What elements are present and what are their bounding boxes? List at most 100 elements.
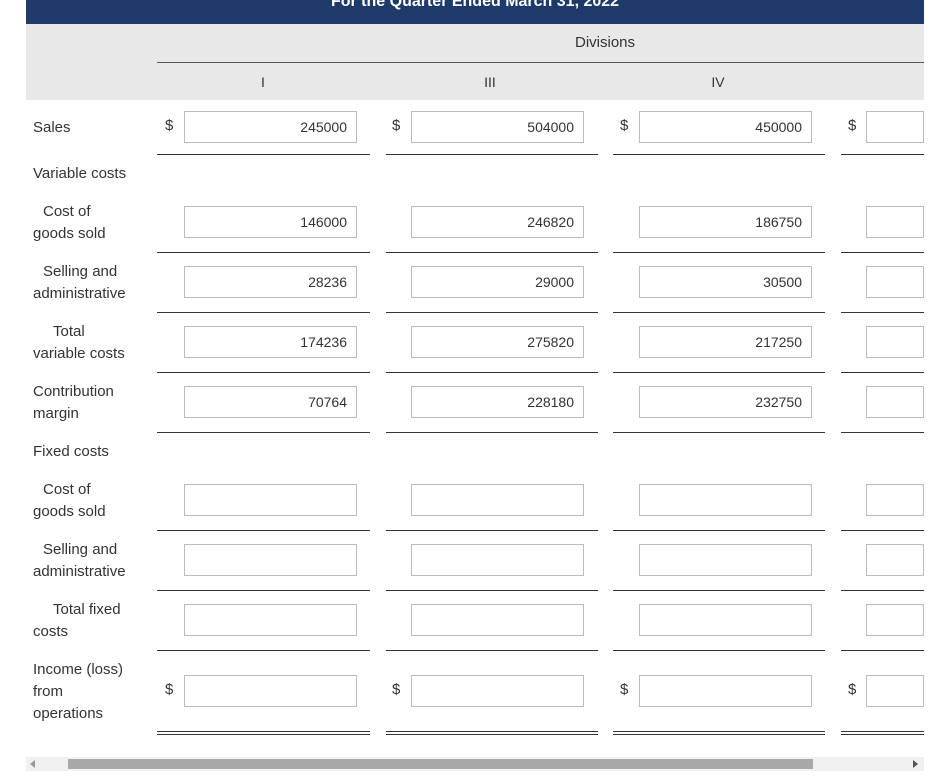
scroll-right-icon[interactable] — [913, 760, 918, 768]
sales-input-i[interactable]: 245000 — [184, 111, 357, 143]
row-label-variable-costs: Variable costs — [33, 165, 127, 182]
row-underline — [386, 372, 598, 373]
row-underline — [841, 650, 924, 651]
double-underline — [157, 731, 370, 735]
row-underline — [157, 312, 370, 313]
column-header-iv: IV — [711, 74, 725, 90]
fix-sga-input-iii[interactable] — [411, 544, 584, 576]
currency-symbol: $ — [392, 117, 401, 134]
total-fixed-input-iii[interactable] — [411, 604, 584, 636]
row-underline — [841, 372, 924, 373]
row-underline — [386, 590, 598, 591]
double-underline — [613, 731, 825, 735]
row-label-contribution: Contribution margin — [33, 381, 114, 425]
total-var-input-v[interactable] — [866, 326, 924, 358]
scroll-thumb[interactable] — [68, 759, 813, 769]
row-underline — [386, 312, 598, 313]
row-underline — [386, 650, 598, 651]
row-underline — [841, 530, 924, 531]
currency-symbol: $ — [165, 117, 174, 134]
row-label-line: Selling and — [43, 541, 118, 558]
var-sga-input-i[interactable]: 28236 — [184, 266, 357, 298]
fix-sga-input-i[interactable] — [184, 544, 357, 576]
row-underline — [157, 590, 370, 591]
row-underline — [613, 590, 825, 591]
fix-cogs-input-v[interactable] — [866, 484, 924, 516]
row-label-total-var: Total variable costs — [33, 321, 125, 365]
fix-cogs-input-iv[interactable] — [639, 484, 812, 516]
scroll-left-icon[interactable] — [30, 760, 35, 768]
total-fixed-input-i[interactable] — [184, 604, 357, 636]
divisions-heading: Divisions — [574, 34, 635, 51]
row-underline — [841, 154, 924, 155]
total-var-input-i[interactable]: 174236 — [184, 326, 357, 358]
row-underline — [157, 432, 370, 433]
income-input-iv[interactable] — [639, 675, 812, 707]
double-underline — [386, 731, 598, 735]
row-label-line: Cost of — [43, 481, 91, 498]
row-label-line: goods sold — [33, 225, 106, 242]
total-var-input-iv[interactable]: 217250 — [639, 326, 812, 358]
row-label-total-fixed: Total fixed costs — [33, 599, 121, 643]
row-label-line: Total — [53, 323, 85, 340]
sales-input-v[interactable] — [866, 111, 924, 143]
var-sga-input-v[interactable] — [866, 266, 924, 298]
row-underline — [841, 590, 924, 591]
var-sga-input-iii[interactable]: 29000 — [411, 266, 584, 298]
row-label-line: Cost of — [43, 203, 91, 220]
row-underline — [386, 154, 598, 155]
contribution-input-v[interactable] — [866, 386, 924, 418]
currency-symbol: $ — [848, 681, 857, 698]
contribution-input-i[interactable]: 70764 — [184, 386, 357, 418]
row-underline — [157, 372, 370, 373]
var-cogs-input-v[interactable] — [866, 206, 924, 238]
report-title-bar: For the Quarter Ended March 31, 2022 — [26, 0, 924, 24]
row-label-line: goods sold — [33, 503, 106, 520]
horizontal-scrollbar[interactable] — [26, 757, 924, 771]
contribution-input-iii[interactable]: 228180 — [411, 386, 584, 418]
currency-symbol: $ — [620, 681, 629, 698]
row-label-line: costs — [33, 623, 69, 640]
row-label-line: Income (loss) — [33, 661, 124, 678]
row-label-line: administrative — [33, 563, 126, 580]
total-fixed-input-iv[interactable] — [639, 604, 812, 636]
header-divider — [157, 62, 924, 63]
income-input-iii[interactable] — [411, 675, 584, 707]
sales-input-iii[interactable]: 504000 — [411, 111, 584, 143]
row-underline — [157, 252, 370, 253]
row-label-var-sga: Selling and administrative — [33, 261, 126, 305]
fix-sga-input-iv[interactable] — [639, 544, 812, 576]
row-label-line: margin — [33, 405, 79, 422]
sales-input-iv[interactable]: 450000 — [639, 111, 812, 143]
row-label-line: from — [33, 683, 63, 700]
income-input-i[interactable] — [184, 675, 357, 707]
total-fixed-input-v[interactable] — [866, 604, 924, 636]
currency-symbol: $ — [165, 681, 174, 698]
row-label-line: Selling and — [43, 263, 118, 280]
report-title: For the Quarter Ended March 31, 2022 — [330, 0, 620, 10]
row-label-var-cogs: Cost of goods sold — [33, 201, 106, 245]
fix-cogs-input-i[interactable] — [184, 484, 357, 516]
row-label-fix-sga: Selling and administrative — [33, 539, 126, 583]
var-sga-input-iv[interactable]: 30500 — [639, 266, 812, 298]
var-cogs-input-iv[interactable]: 186750 — [639, 206, 812, 238]
double-underline — [841, 731, 924, 735]
fix-cogs-input-iii[interactable] — [411, 484, 584, 516]
var-cogs-input-i[interactable]: 146000 — [184, 206, 357, 238]
total-var-input-iii[interactable]: 275820 — [411, 326, 584, 358]
row-label-sales: Sales — [33, 119, 71, 136]
row-label-income: Income (loss) from operations — [33, 659, 123, 725]
currency-symbol: $ — [620, 117, 629, 134]
row-underline — [386, 252, 598, 253]
row-label-line: operations — [33, 705, 104, 722]
fix-sga-input-v[interactable] — [866, 544, 924, 576]
row-underline — [613, 650, 825, 651]
contribution-input-iv[interactable]: 232750 — [639, 386, 812, 418]
row-underline — [841, 252, 924, 253]
currency-symbol: $ — [848, 117, 857, 134]
row-underline — [613, 432, 825, 433]
var-cogs-input-iii[interactable]: 246820 — [411, 206, 584, 238]
income-input-v[interactable] — [866, 675, 924, 707]
currency-symbol: $ — [392, 681, 401, 698]
row-label-line: variable costs — [33, 345, 125, 362]
